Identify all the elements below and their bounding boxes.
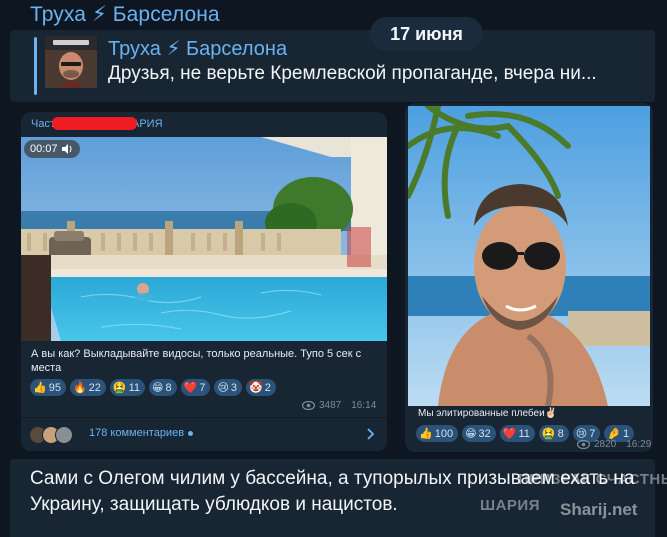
- reactions-row: 👍 95 🔥 22 🤮 11 😁 8 ❤️ 7 😢 3 🤡 2: [30, 379, 276, 396]
- reaction-count: 95: [48, 381, 61, 394]
- view-count: 3487: [319, 400, 342, 411]
- pool-video-frame: [21, 137, 387, 341]
- reaction-emoji: 🤮: [112, 382, 127, 394]
- reaction-chip[interactable]: 😢 3: [214, 379, 243, 396]
- reaction-count: 8: [165, 381, 172, 394]
- message-bubble-photo[interactable]: Мы элитированные плебеи✌🏻 👍 100 😁 32 ❤️ 11 🤮 8 😢…: [405, 103, 653, 452]
- reaction-count: 7: [589, 427, 596, 440]
- post-caption: А вы как? Выкладывайте видосы, только ре…: [31, 348, 362, 374]
- reaction-chip[interactable]: 🤮 11: [109, 379, 146, 396]
- message-bubble-video[interactable]: Част АРИЯ 00:07 А вы как? Выкладывайте в…: [21, 112, 387, 451]
- reaction-emoji: ❤️: [502, 428, 517, 440]
- reply-avatar: [45, 36, 97, 88]
- reaction-emoji: ❤️: [183, 382, 198, 394]
- reaction-chip[interactable]: 👍 95: [30, 379, 66, 396]
- comments-link[interactable]: 178 комментариев: [21, 418, 387, 451]
- post-time: 16:14: [351, 400, 377, 411]
- reaction-emoji: 🤡: [249, 382, 263, 394]
- forwarded-text: Друзья, не верьте Кремлевской пропаганде…: [108, 63, 597, 84]
- reaction-chip[interactable]: 🔥 22: [69, 379, 106, 396]
- eye-icon: [577, 440, 590, 449]
- watermark-line2: ШАРИЯ: [480, 497, 540, 514]
- unread-dot: [188, 430, 194, 436]
- watermark: ПРИЗРАК СЧАСТНЫЙ ШАРИЯ Sharij.net: [478, 471, 667, 527]
- reaction-chip[interactable]: 👍 100: [416, 425, 459, 442]
- reaction-count: 2: [264, 381, 271, 394]
- photo-image: [408, 106, 650, 406]
- reaction-count: 11: [518, 427, 530, 440]
- comments-count[interactable]: 178 комментариев: [89, 427, 194, 439]
- volume-icon[interactable]: [61, 144, 74, 154]
- reaction-count: 100: [434, 427, 454, 440]
- reaction-emoji: 👍: [419, 428, 433, 440]
- channel-header[interactable]: Труха ⚡ Барселона: [0, 0, 667, 28]
- reaction-emoji: 🤮: [541, 428, 556, 440]
- reaction-chip[interactable]: 😁 32: [462, 425, 496, 442]
- video-duration-badge[interactable]: 00:07: [24, 140, 80, 158]
- reaction-chip[interactable]: 🤡 2: [246, 379, 276, 396]
- comments-label: 178 комментариев: [89, 427, 185, 439]
- reaction-chip[interactable]: 😁 8: [149, 379, 177, 396]
- reaction-emoji: 😁: [465, 428, 477, 440]
- reaction-chip[interactable]: ❤️ 7: [180, 379, 211, 396]
- chevron-right-icon[interactable]: [367, 427, 375, 443]
- reaction-count: 7: [199, 381, 206, 394]
- post-meta: 3487 16:14: [302, 400, 376, 411]
- date-separator: 17 июня: [370, 17, 483, 51]
- post-meta: 2820 16:29: [577, 439, 651, 450]
- reaction-chip[interactable]: ❤️ 11: [499, 425, 535, 442]
- reaction-count: 22: [88, 381, 101, 394]
- photo-caption: Мы элитированные плебеи✌🏻: [418, 408, 558, 419]
- redaction-scribble: [52, 117, 137, 130]
- view-count: 2820: [594, 439, 617, 450]
- reaction-count: 11: [128, 381, 141, 394]
- reaction-emoji: 😁: [152, 382, 164, 394]
- channel-title[interactable]: Труха ⚡ Барселона: [30, 3, 220, 26]
- watermark-site: Sharij.net: [560, 500, 638, 519]
- reaction-count: 3: [230, 381, 238, 394]
- reaction-emoji: 😢: [217, 382, 229, 394]
- reaction-count: 8: [557, 427, 564, 440]
- reaction-count: 1: [623, 427, 630, 440]
- reaction-emoji: 🔥: [72, 382, 87, 394]
- reply-accent-bar: [34, 37, 37, 95]
- watermark-line1: ПРИЗРАК СЧАСТНЫЙ: [518, 471, 667, 488]
- eye-icon: [302, 401, 315, 410]
- reaction-chip[interactable]: 🤮 8: [538, 425, 569, 442]
- commenter-avatars: [29, 426, 79, 444]
- post-time: 16:29: [626, 439, 652, 450]
- selfie-photo[interactable]: [408, 106, 650, 406]
- reaction-count: 32: [478, 427, 491, 440]
- video-duration: 00:07: [30, 143, 58, 155]
- video-player[interactable]: 00:07: [21, 137, 387, 341]
- reaction-emoji: 👍: [33, 382, 47, 394]
- avatar: [55, 426, 73, 444]
- forwarded-title: Труха ⚡ Барселона: [108, 38, 288, 60]
